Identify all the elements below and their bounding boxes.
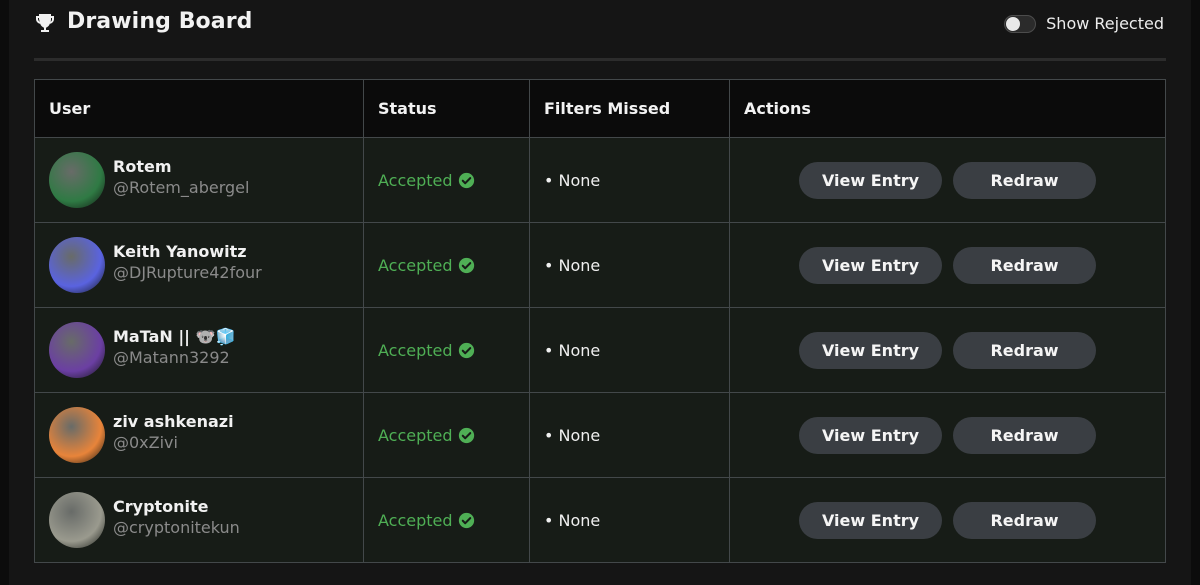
- view-entry-button[interactable]: View Entry: [799, 161, 942, 199]
- actions-cell: View Entry Redraw: [729, 137, 1166, 223]
- status-badge: Accepted: [378, 171, 515, 190]
- filters-missed-text: • None: [544, 425, 601, 445]
- status-badge: Accepted: [378, 511, 515, 530]
- view-entry-button[interactable]: View Entry: [799, 416, 942, 454]
- toggle-knob: [1006, 16, 1021, 31]
- status-cell: Accepted: [363, 307, 530, 393]
- user-name: Cryptonite: [113, 497, 209, 516]
- drawing-board-panel: Drawing Board Show Rejected User Status …: [9, 0, 1191, 585]
- check-circle-icon: [458, 512, 474, 528]
- user-cell: ziv ashkenazi @0xZivi: [34, 392, 364, 478]
- actions-cell: View Entry Redraw: [729, 392, 1166, 478]
- table-row: ziv ashkenazi @0xZivi Accepted • None Vi…: [34, 392, 1166, 478]
- table-row: MaTaN || 🐨🧊 @Matann3292 Accepted • None …: [34, 307, 1166, 393]
- trophy-icon: [36, 14, 54, 32]
- view-entry-button[interactable]: View Entry: [799, 501, 942, 539]
- check-circle-icon: [458, 427, 474, 443]
- filters-missed-cell: • None: [529, 222, 730, 308]
- show-rejected-toggle[interactable]: Show Rejected: [1004, 14, 1164, 33]
- avatar: [49, 237, 105, 293]
- filters-missed-text: • None: [544, 255, 601, 275]
- status-badge: Accepted: [378, 341, 515, 360]
- toggle-switch[interactable]: [1004, 14, 1037, 33]
- column-header-actions: Actions: [729, 79, 1166, 138]
- status-cell: Accepted: [363, 222, 530, 308]
- filters-missed-cell: • None: [529, 137, 730, 223]
- status-text: Accepted: [378, 510, 453, 530]
- toggle-label: Show Rejected: [1046, 14, 1164, 33]
- check-circle-icon: [458, 342, 474, 358]
- user-handle: @0xZivi: [113, 433, 178, 452]
- filters-missed-cell: • None: [529, 477, 730, 563]
- user-name: Rotem: [113, 157, 172, 176]
- user-cell: MaTaN || 🐨🧊 @Matann3292: [34, 307, 364, 393]
- filters-missed-text: • None: [544, 170, 601, 190]
- status-text: Accepted: [378, 255, 453, 275]
- user-handle: @Rotem_abergel: [113, 178, 250, 197]
- redraw-button[interactable]: Redraw: [953, 331, 1096, 369]
- avatar: [49, 152, 105, 208]
- column-header-status: Status: [363, 79, 530, 138]
- user-cell: Keith Yanowitz @DJRupture42four: [34, 222, 364, 308]
- view-entry-button[interactable]: View Entry: [799, 331, 942, 369]
- status-badge: Accepted: [378, 426, 515, 445]
- user-name: ziv ashkenazi: [113, 412, 234, 431]
- table-header-row: User Status Filters Missed Actions: [34, 79, 1166, 138]
- status-cell: Accepted: [363, 477, 530, 563]
- user-handle: @cryptonitekun: [113, 518, 240, 537]
- user-cell: Cryptonite @cryptonitekun: [34, 477, 364, 563]
- check-circle-icon: [458, 257, 474, 273]
- redraw-button[interactable]: Redraw: [953, 416, 1096, 454]
- panel-header: Drawing Board Show Rejected: [9, 0, 1191, 58]
- avatar: [49, 492, 105, 548]
- actions-cell: View Entry Redraw: [729, 477, 1166, 563]
- status-text: Accepted: [378, 170, 453, 190]
- filters-missed-cell: • None: [529, 307, 730, 393]
- check-circle-icon: [458, 172, 474, 188]
- status-cell: Accepted: [363, 392, 530, 478]
- redraw-button[interactable]: Redraw: [953, 161, 1096, 199]
- status-text: Accepted: [378, 340, 453, 360]
- filters-missed-text: • None: [544, 340, 601, 360]
- user-name: Keith Yanowitz: [113, 242, 247, 261]
- redraw-button[interactable]: Redraw: [953, 501, 1096, 539]
- column-header-filters-missed: Filters Missed: [529, 79, 730, 138]
- status-badge: Accepted: [378, 256, 515, 275]
- redraw-button[interactable]: Redraw: [953, 246, 1096, 284]
- entries-table: User Status Filters Missed Actions Rotem…: [34, 79, 1166, 563]
- table-row: Cryptonite @cryptonitekun Accepted • Non…: [34, 477, 1166, 563]
- view-entry-button[interactable]: View Entry: [799, 246, 942, 284]
- avatar: [49, 407, 105, 463]
- user-handle: @Matann3292: [113, 348, 230, 367]
- user-name: MaTaN || 🐨🧊: [113, 327, 236, 346]
- filters-missed-text: • None: [544, 510, 601, 530]
- column-header-user: User: [34, 79, 364, 138]
- actions-cell: View Entry Redraw: [729, 222, 1166, 308]
- filters-missed-cell: • None: [529, 392, 730, 478]
- status-text: Accepted: [378, 425, 453, 445]
- table-row: Keith Yanowitz @DJRupture42four Accepted…: [34, 222, 1166, 308]
- user-handle: @DJRupture42four: [113, 263, 262, 282]
- page-title: Drawing Board: [67, 9, 253, 34]
- header-divider: [34, 58, 1166, 61]
- status-cell: Accepted: [363, 137, 530, 223]
- user-cell: Rotem @Rotem_abergel: [34, 137, 364, 223]
- actions-cell: View Entry Redraw: [729, 307, 1166, 393]
- avatar: [49, 322, 105, 378]
- table-row: Rotem @Rotem_abergel Accepted • None Vie…: [34, 137, 1166, 223]
